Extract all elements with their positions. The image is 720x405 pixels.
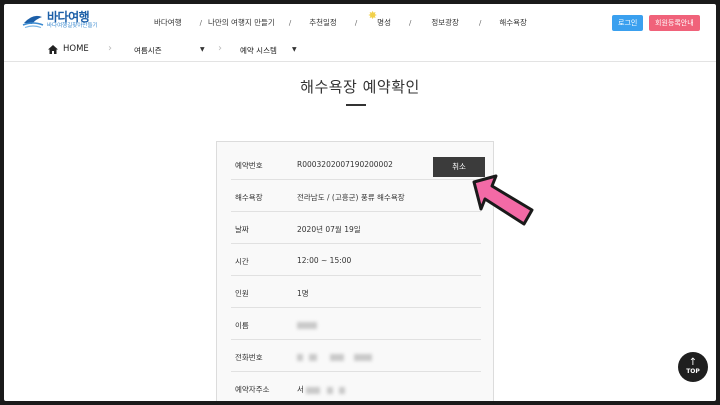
party-size: 1명 [297,289,309,298]
table-row: 이름 [231,308,481,340]
row-label: 해수욕장 [235,193,263,202]
nav-item-fame[interactable]: 명성 [377,17,391,28]
row-label: 전화번호 [235,353,263,362]
main-nav: 바다여행 / 나만의 여행지 만들기 / 추천일정 / 명성 / 정보광장 / … [154,17,527,28]
address-value: 서 [297,384,346,395]
nav-separator: / [199,18,202,27]
nav-item-info[interactable]: 정보광장 [431,17,459,28]
nav-item-sea-travel[interactable]: 바다여행 [154,17,182,28]
brand-tagline: 바다여행길찾아만들기 [47,23,98,29]
arrow-up-icon: ↑ [688,357,698,368]
top-header: 바다여행 바다여행길찾아만들기 바다여행 / 나만의 여행지 만들기 / 추천일… [4,4,716,38]
home-icon [48,44,58,54]
table-row: 시간 12:00 ~ 15:00 [231,244,481,276]
title-underline [346,104,366,106]
row-label: 시간 [235,257,249,266]
nav-item-beach[interactable]: 해수욕장 [499,17,527,28]
chevron-down-icon[interactable]: ▼ [292,46,297,53]
nav-item-recommended[interactable]: 추천일정 [309,17,337,28]
reservation-date: 2020년 07월 19일 [297,225,361,234]
chevron-right-icon: › [108,43,112,54]
table-row: 예약자주소 서 [231,372,481,401]
row-label: 날짜 [235,225,249,234]
table-row: 전화번호 [231,340,481,372]
breadcrumb-home[interactable]: HOME [48,44,89,54]
blurred-name [297,320,317,329]
scroll-to-top-button[interactable]: ↑ TOP [678,352,708,382]
home-label: HOME [63,44,89,54]
nav-separator: / [288,18,292,27]
chevron-right-icon: › [218,43,222,54]
table-row: 예약번호 R0003202007190200002 취소 [231,148,485,180]
nav-separator: / [478,18,482,27]
ship-logo-icon [22,16,44,29]
sparkle-icon: ✸ [368,9,378,22]
brand-name: 바다여행 [47,10,90,24]
top-label: TOP [686,368,700,375]
login-button[interactable]: 로그인 [612,15,644,31]
table-row: 날짜 2020년 07월 19일 [231,212,481,244]
reservation-time: 12:00 ~ 15:00 [297,256,352,265]
row-label: 이름 [235,321,249,330]
blurred-phone [297,352,373,361]
table-row: 인원 1명 [231,276,481,308]
reservation-card: 예약번호 R0003202007190200002 취소 해수욕장 전라남도 /… [216,141,494,401]
breadcrumb-summer-season[interactable]: 여름시즌 [134,45,162,56]
breadcrumb-reservation-system[interactable]: 예약 시스템 [240,45,277,56]
row-label: 인원 [235,289,249,298]
site-logo[interactable]: 바다여행 바다여행길찾아만들기 [22,11,98,30]
row-label: 예약번호 [235,161,263,170]
breadcrumb-bar: HOME › 여름시즌 ▼ › 예약 시스템 ▼ [4,38,716,62]
page-title: 해수욕장 예약확인 [300,78,420,96]
nav-separator: / [354,18,358,27]
nav-item-my-destination[interactable]: 나만의 여행지 만들기 [208,17,275,28]
beach-name: 전라남도 / (고흥군) 풍류 해수욕장 [297,193,405,202]
pointer-arrow-icon [472,174,534,226]
browser-frame: 바다여행 바다여행길찾아만들기 바다여행 / 나만의 여행지 만들기 / 추천일… [4,4,716,401]
nav-separator: / [408,18,412,27]
reservation-number: R0003202007190200002 [297,160,393,169]
register-button[interactable]: 회원등록안내 [649,15,700,31]
table-row: 해수욕장 전라남도 / (고흥군) 풍류 해수욕장 [231,180,481,212]
address-prefix: 서 [297,385,304,394]
row-label: 예약자주소 [235,385,270,394]
chevron-down-icon[interactable]: ▼ [200,46,205,53]
